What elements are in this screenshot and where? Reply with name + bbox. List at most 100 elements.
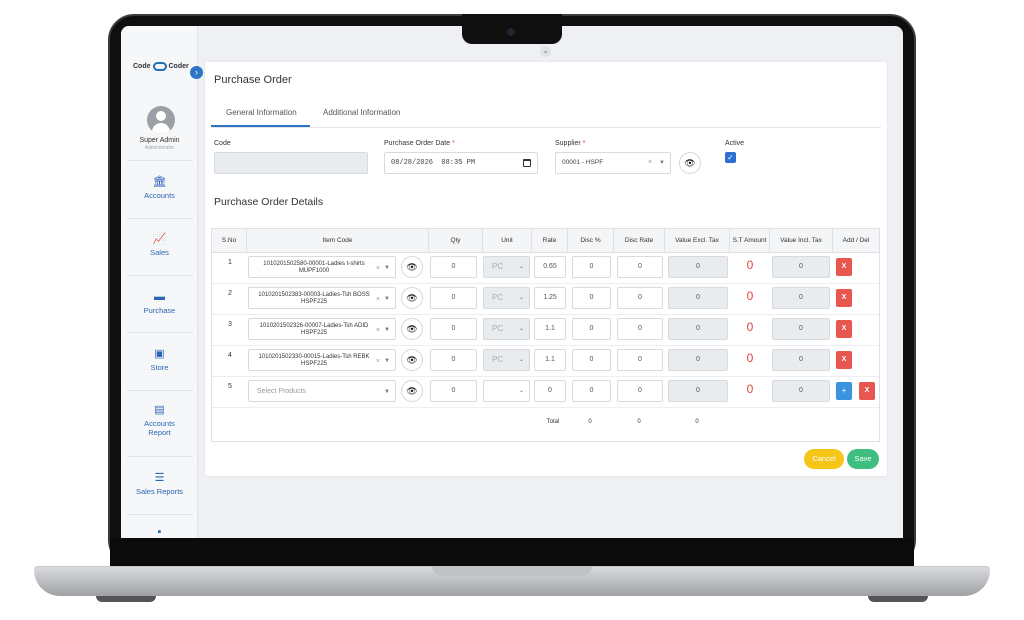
view-item-button[interactable]: 👁 bbox=[401, 318, 423, 340]
disc-pct-input[interactable]: 0 bbox=[572, 380, 611, 402]
item-code-placeholder: Select Products bbox=[257, 388, 307, 395]
tab-additional-information[interactable]: Additional Information bbox=[323, 108, 400, 117]
active-checkbox[interactable]: ✓ bbox=[725, 152, 736, 163]
view-item-button[interactable]: 👁 bbox=[401, 349, 423, 371]
unit-select[interactable]: PC ⌄ bbox=[483, 318, 530, 340]
save-button[interactable]: Save bbox=[847, 449, 879, 469]
disc-rate-input[interactable]: 0 bbox=[617, 349, 663, 371]
clear-icon[interactable]: × bbox=[376, 358, 380, 365]
active-label: Active bbox=[725, 140, 745, 147]
delete-row-button[interactable]: X bbox=[836, 258, 852, 276]
rate-input[interactable]: 1.25 bbox=[534, 287, 566, 309]
chevron-down-icon[interactable]: ⌄ bbox=[519, 257, 524, 277]
qty-input[interactable]: 0 bbox=[430, 380, 477, 402]
sidebar-item-accounts-report[interactable]: ▤ Accounts Report bbox=[121, 404, 198, 437]
sidebar-item-store[interactable]: ▣ Store bbox=[121, 348, 198, 372]
supplier-select[interactable]: 00001 - HSPF × ▼ bbox=[555, 152, 671, 174]
item-code-select[interactable]: 1010201502383-00003-Ladies-Tsh BOSS HSPF… bbox=[248, 287, 396, 309]
cancel-button[interactable]: Cancel bbox=[804, 449, 844, 469]
value-incl-tax: 0 bbox=[772, 349, 830, 371]
qty-input[interactable]: 0 bbox=[430, 318, 477, 340]
date-value: 08/28/2026 08:35 PM bbox=[391, 159, 476, 167]
disc-pct-input[interactable]: 0 bbox=[572, 256, 611, 278]
item-code-select[interactable]: 1010201502326-00007-Ladies-Tsh ADID HSPF… bbox=[248, 318, 396, 340]
qty-input[interactable]: 0 bbox=[430, 349, 477, 371]
chevron-down-icon[interactable]: ▼ bbox=[384, 296, 390, 303]
code-field[interactable] bbox=[214, 152, 368, 174]
disc-pct-input[interactable]: 0 bbox=[572, 287, 611, 309]
bank-icon: 🏛 bbox=[152, 176, 167, 188]
row-divider bbox=[212, 376, 879, 377]
tab-general-information[interactable]: General Information bbox=[226, 108, 297, 117]
item-code-select[interactable]: 1010201502330-00015-Ladies-Tsh REBK HSPF… bbox=[248, 349, 396, 371]
unit-value: PC bbox=[492, 324, 504, 333]
view-item-button[interactable]: 👁 bbox=[401, 380, 423, 402]
chevron-down-icon[interactable]: ▼ bbox=[384, 327, 390, 334]
rate-input[interactable]: 0.65 bbox=[534, 256, 566, 278]
rate-input[interactable]: 0 bbox=[534, 380, 566, 402]
check-icon: ✓ bbox=[727, 153, 734, 162]
sidebar-item-purchase[interactable]: ▬ Purchase bbox=[121, 291, 198, 315]
unit-select[interactable]: PC ⌄ bbox=[483, 256, 530, 278]
table-header: S.No Item Code Qty Unit Rate Disc % Disc… bbox=[212, 229, 879, 253]
chevron-down-icon[interactable]: ▼ bbox=[384, 358, 390, 365]
required-mark: * bbox=[452, 140, 455, 147]
laptop-foot bbox=[96, 596, 156, 602]
item-code-select[interactable]: 1010201502580-00001-Ladies t-shirts MUPF… bbox=[248, 256, 396, 278]
clear-icon[interactable]: × bbox=[376, 327, 380, 334]
delete-row-button[interactable]: X bbox=[836, 320, 852, 338]
calendar-icon[interactable] bbox=[523, 159, 531, 167]
chevron-down-icon[interactable]: ⌄ bbox=[519, 381, 524, 401]
value-excl-tax: 0 bbox=[668, 287, 728, 309]
disc-pct-input[interactable]: 0 bbox=[572, 318, 611, 340]
tab-underline bbox=[211, 127, 881, 128]
chevron-down-icon[interactable]: ▼ bbox=[384, 389, 390, 396]
value-incl-tax: 0 bbox=[772, 287, 830, 309]
user-role: Administrator bbox=[144, 145, 175, 151]
sidebar-item-more[interactable]: ▪ bbox=[121, 526, 198, 538]
sidebar-collapse-button[interactable]: › bbox=[190, 66, 203, 79]
disc-rate-input[interactable]: 0 bbox=[617, 318, 663, 340]
row-number: 3 bbox=[228, 321, 232, 328]
disc-rate-input[interactable]: 0 bbox=[617, 380, 663, 402]
delete-row-button[interactable]: X bbox=[859, 382, 875, 400]
unit-select[interactable]: PC ⌄ bbox=[483, 287, 530, 309]
delete-row-button[interactable]: X bbox=[836, 289, 852, 307]
divider bbox=[127, 514, 193, 515]
clear-icon[interactable]: × bbox=[648, 153, 652, 173]
clear-icon[interactable]: × bbox=[376, 265, 380, 272]
sidebar-item-accounts[interactable]: 🏛 Accounts bbox=[121, 176, 198, 200]
purchase-order-date-input[interactable]: 08/28/2026 08:35 PM bbox=[384, 152, 538, 174]
avatar[interactable] bbox=[147, 106, 175, 134]
clear-icon[interactable]: × bbox=[376, 296, 380, 303]
rate-input[interactable]: 1.1 bbox=[534, 349, 566, 371]
header-toggle-chevron-icon[interactable]: ⌄ bbox=[540, 46, 551, 57]
st-amount: 0 bbox=[746, 258, 754, 272]
rate-input[interactable]: 1.1 bbox=[534, 318, 566, 340]
chevron-down-icon[interactable]: ▼ bbox=[659, 153, 665, 173]
add-row-button[interactable]: + bbox=[836, 382, 852, 400]
sidebar-item-sales[interactable]: 📈 Sales bbox=[121, 233, 198, 257]
delete-row-button[interactable]: X bbox=[836, 351, 852, 369]
item-code-select[interactable]: Select Products ▼ bbox=[248, 380, 396, 402]
laptop-base-notch bbox=[432, 566, 592, 576]
unit-select[interactable]: ⌄ bbox=[483, 380, 530, 402]
row-number: 4 bbox=[228, 352, 232, 359]
disc-rate-input[interactable]: 0 bbox=[617, 256, 663, 278]
view-item-button[interactable]: 👁 bbox=[401, 287, 423, 309]
eye-icon: 👁 bbox=[406, 355, 418, 365]
qty-input[interactable]: 0 bbox=[430, 256, 477, 278]
chevron-down-icon[interactable]: ▼ bbox=[384, 265, 390, 272]
row-divider bbox=[212, 283, 879, 284]
qty-input[interactable]: 0 bbox=[430, 287, 477, 309]
chevron-down-icon[interactable]: ⌄ bbox=[519, 319, 524, 339]
view-item-button[interactable]: 👁 bbox=[401, 256, 423, 278]
chevron-down-icon[interactable]: ⌄ bbox=[519, 288, 524, 308]
sidebar-item-sales-reports[interactable]: ☰ Sales Reports bbox=[121, 472, 198, 496]
disc-pct-input[interactable]: 0 bbox=[572, 349, 611, 371]
value-excl-tax: 0 bbox=[668, 256, 728, 278]
unit-select[interactable]: PC ⌄ bbox=[483, 349, 530, 371]
view-supplier-button[interactable]: 👁 bbox=[679, 152, 701, 174]
disc-rate-input[interactable]: 0 bbox=[617, 287, 663, 309]
chevron-down-icon[interactable]: ⌄ bbox=[519, 350, 524, 370]
